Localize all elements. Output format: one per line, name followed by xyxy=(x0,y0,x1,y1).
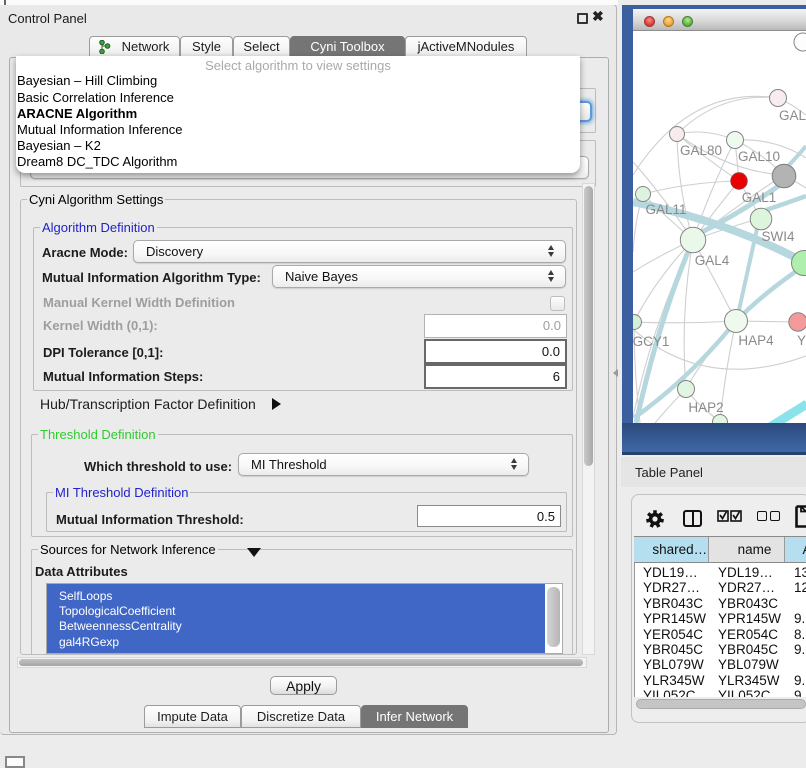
svg-text:YJ: YJ xyxy=(797,333,806,348)
svg-text:GCY1: GCY1 xyxy=(633,334,669,349)
svg-text:GAL1: GAL1 xyxy=(742,190,777,205)
svg-text:GAL7: GAL7 xyxy=(779,108,806,123)
svg-text:GAL10: GAL10 xyxy=(738,149,780,164)
svg-text:SWI4: SWI4 xyxy=(761,229,794,244)
svg-text:HAP4: HAP4 xyxy=(738,333,774,348)
svg-text:GAL80: GAL80 xyxy=(680,143,722,158)
svg-text:GAL4: GAL4 xyxy=(695,253,730,268)
svg-text:GAL11: GAL11 xyxy=(645,202,686,217)
svg-text:HAP2: HAP2 xyxy=(688,400,723,415)
